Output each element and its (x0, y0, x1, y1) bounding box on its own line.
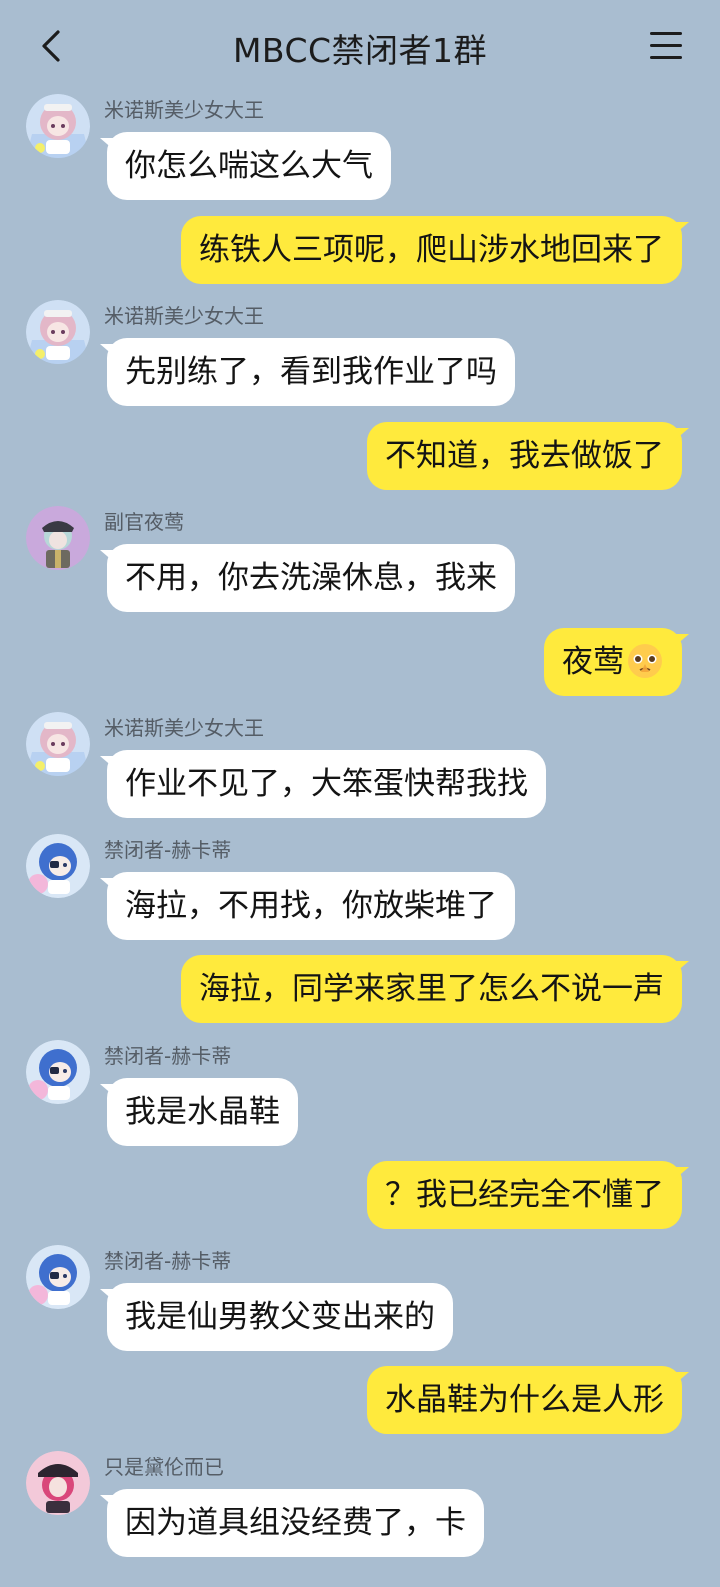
sender-name: 禁闭者-赫卡蒂 (104, 1044, 232, 1068)
top-bar: MBCC禁闭者1群 (0, 0, 720, 92)
message-text: 夜莺 (562, 644, 624, 680)
menu-icon[interactable] (648, 30, 684, 62)
dark-hat-pink-hair-avatar[interactable] (26, 1451, 90, 1515)
sender-name: 米诺斯美少女大王 (104, 98, 264, 122)
sender-name: 禁闭者-赫卡蒂 (104, 838, 232, 862)
message-bubble[interactable]: 夜莺 (544, 628, 689, 696)
pink-hair-girl-avatar[interactable] (26, 94, 90, 158)
pleading-face-icon (628, 643, 662, 678)
message-bubble[interactable]: 练铁人三项呢，爬山涉水地回来了 (181, 216, 689, 284)
sender-name: 米诺斯美少女大王 (104, 716, 264, 740)
message-bubble[interactable]: 不知道，我去做饭了 (367, 422, 689, 490)
message-bubble[interactable]: 海拉，同学来家里了怎么不说一声 (181, 955, 689, 1023)
sender-name: 只是黛伦而已 (104, 1455, 224, 1479)
blue-hair-eyepatch-avatar[interactable] (26, 1245, 90, 1309)
message-bubble[interactable]: 不用，你去洗澡休息，我来 (100, 544, 515, 612)
message-bubble[interactable]: 作业不见了，大笨蛋快帮我找 (100, 750, 546, 818)
sender-name: 副官夜莺 (104, 510, 184, 534)
blue-hair-eyepatch-avatar[interactable] (26, 1040, 90, 1104)
message-bubble[interactable]: 我是水晶鞋 (100, 1078, 298, 1146)
message-bubble[interactable]: 因为道具组没经费了，卡 (100, 1489, 484, 1557)
blue-hair-eyepatch-avatar[interactable] (26, 834, 90, 898)
sender-name: 米诺斯美少女大王 (104, 304, 264, 328)
chat-title: MBCC禁闭者1群 (232, 31, 488, 70)
message-bubble[interactable]: 你怎么喘这么大气 (100, 132, 391, 200)
officer-cap-avatar[interactable] (26, 506, 90, 570)
message-bubble[interactable]: 我是仙男教父变出来的 (100, 1283, 453, 1351)
message-bubble[interactable]: 先别练了，看到我作业了吗 (100, 338, 515, 406)
pink-hair-girl-avatar[interactable] (26, 712, 90, 776)
message-bubble[interactable]: ？我已经完全不懂了 (367, 1161, 689, 1229)
message-bubble[interactable]: 海拉，不用找，你放柴堆了 (100, 872, 515, 940)
sender-name: 禁闭者-赫卡蒂 (104, 1249, 232, 1273)
message-bubble[interactable]: 水晶鞋为什么是人形 (367, 1366, 689, 1434)
pink-hair-girl-avatar[interactable] (26, 300, 90, 364)
